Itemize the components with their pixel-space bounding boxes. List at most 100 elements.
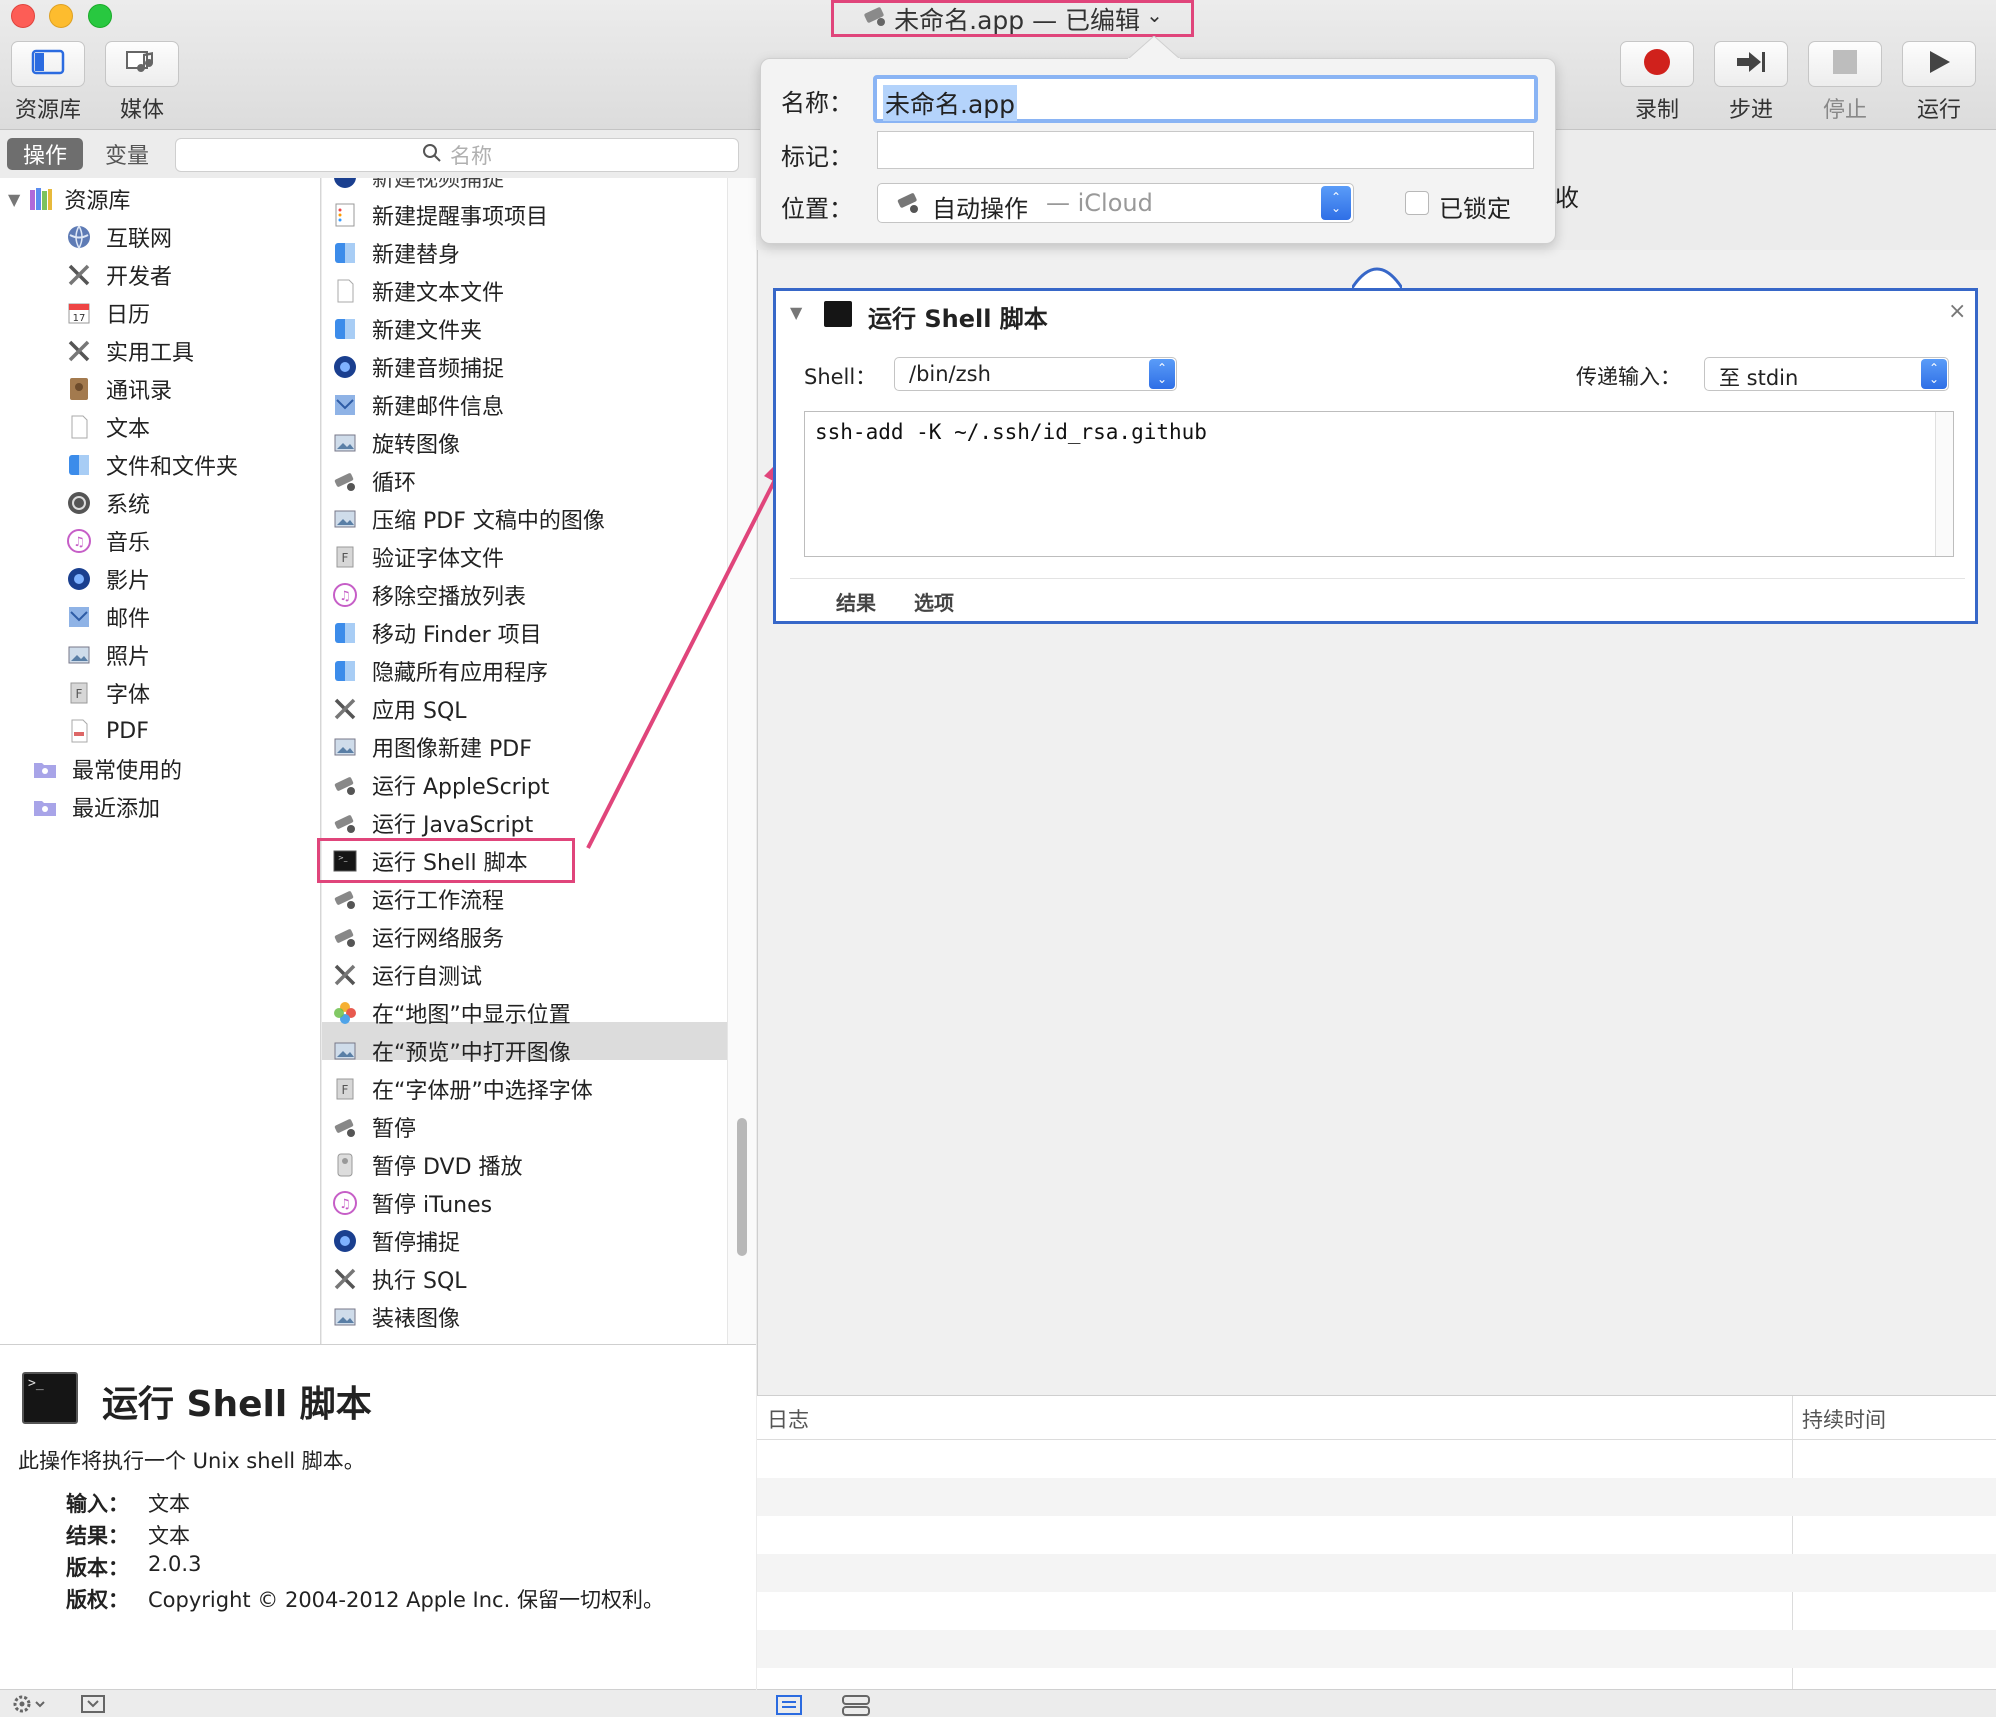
- close-window-button[interactable]: [11, 4, 35, 28]
- library-item[interactable]: 照片: [66, 636, 150, 674]
- shell-action-card[interactable]: ▼ 运行 Shell 脚本 × Shell： /bin/zsh ⌃ ⌄ 传递输入：…: [773, 288, 1978, 624]
- library-item[interactable]: 实用工具: [66, 332, 194, 370]
- library-item[interactable]: 开发者: [66, 256, 172, 294]
- location-suffix: — iCloud: [1046, 189, 1153, 217]
- list-item[interactable]: 暂停捕捉: [332, 1222, 460, 1260]
- tab-results[interactable]: 结果: [836, 587, 876, 616]
- list-item[interactable]: ♫ 暂停 iTunes: [332, 1184, 492, 1222]
- media-button[interactable]: [105, 41, 179, 87]
- close-icon[interactable]: ×: [1948, 299, 1966, 324]
- library-item[interactable]: 文本: [66, 408, 150, 446]
- list-item[interactable]: 运行 JavaScript: [332, 804, 533, 842]
- description-toggle-icon[interactable]: [80, 1694, 106, 1717]
- gear-icon[interactable]: [12, 1694, 46, 1717]
- list-item[interactable]: 新建替身: [332, 234, 460, 272]
- library-root[interactable]: ▼ 资源库: [8, 180, 130, 218]
- list-item[interactable]: 新建邮件信息: [332, 386, 504, 424]
- log-table[interactable]: 日志 持续时间: [757, 1395, 1996, 1690]
- duration-column-header[interactable]: 持续时间: [1802, 1404, 1886, 1434]
- media-icon: [125, 48, 159, 80]
- photos-icon: [332, 1000, 358, 1026]
- library-item[interactable]: 互联网: [66, 218, 172, 256]
- library-item[interactable]: 影片: [66, 560, 150, 598]
- library-item[interactable]: 17 日历: [66, 294, 150, 332]
- automator-icon: [332, 772, 358, 798]
- list-item[interactable]: 新建视频捕捉: [332, 178, 504, 196]
- pass-input-select[interactable]: 至 stdin ⌃ ⌄: [1704, 357, 1949, 391]
- library-smart-item[interactable]: 最常使用的: [32, 750, 182, 788]
- svg-text:♫: ♫: [339, 589, 351, 604]
- divider: [790, 578, 1965, 579]
- library-smart-item[interactable]: 最近添加: [32, 788, 160, 826]
- version-value: 2.0.3: [148, 1552, 202, 1576]
- list-item[interactable]: 运行自测试: [332, 956, 482, 994]
- library-item[interactable]: ♫ 音乐: [66, 522, 150, 560]
- location-label: 位置：: [781, 195, 853, 223]
- tags-field[interactable]: [877, 131, 1534, 169]
- svg-text:F: F: [342, 1083, 349, 1097]
- zoom-window-button[interactable]: [88, 4, 112, 28]
- list-item[interactable]: 移动 Finder 项目: [332, 614, 542, 652]
- tab-actions[interactable]: 操作: [7, 138, 83, 170]
- list-item[interactable]: F 验证字体文件: [332, 538, 504, 576]
- list-item[interactable]: 新建提醒事项项目: [332, 196, 548, 234]
- library-item[interactable]: 系统: [66, 484, 150, 522]
- list-item[interactable]: 新建文本文件: [332, 272, 504, 310]
- description-title: 运行 Shell 脚本: [102, 1384, 372, 1425]
- input-label: 输入：: [66, 1492, 129, 1516]
- step-button[interactable]: [1714, 41, 1788, 87]
- list-item[interactable]: 隐藏所有应用程序: [332, 652, 548, 690]
- run-button[interactable]: [1902, 41, 1976, 87]
- list-item[interactable]: 运行网络服务: [332, 918, 504, 956]
- list-item[interactable]: 运行 AppleScript: [332, 766, 549, 804]
- library-item[interactable]: 通讯录: [66, 370, 172, 408]
- disclosure-triangle-icon[interactable]: ▼: [8, 190, 20, 209]
- list-item[interactable]: 执行 SQL: [332, 1260, 467, 1298]
- list-item[interactable]: 用图像新建 PDF: [332, 728, 532, 766]
- list-item[interactable]: 应用 SQL: [332, 690, 467, 728]
- script-scrollbar[interactable]: [1935, 412, 1953, 556]
- tab-options[interactable]: 选项: [914, 587, 954, 616]
- minimize-window-button[interactable]: [49, 4, 73, 28]
- list-item[interactable]: 循环: [332, 462, 416, 500]
- record-button[interactable]: [1620, 41, 1694, 87]
- list-item[interactable]: 在“地图”中显示位置: [332, 994, 571, 1032]
- play-icon: [1925, 48, 1953, 80]
- list-item[interactable]: 装裱图像: [332, 1298, 460, 1336]
- list-item[interactable]: F 在“字体册”中选择字体: [332, 1070, 593, 1108]
- locked-checkbox[interactable]: [1405, 191, 1429, 215]
- library-item[interactable]: PDF: [66, 712, 149, 750]
- quicktime-icon: [66, 566, 92, 592]
- system-icon: [66, 490, 92, 516]
- finder-icon: [332, 658, 358, 684]
- location-value: 自动操作: [932, 195, 1028, 223]
- location-select[interactable]: 自动操作 — iCloud ⌃ ⌄: [877, 183, 1354, 223]
- tab-variables[interactable]: 变量: [90, 138, 164, 170]
- library-item[interactable]: F 字体: [66, 674, 150, 712]
- script-editor[interactable]: ssh-add -K ~/.ssh/id_rsa.github: [804, 411, 1954, 557]
- stop-button[interactable]: [1808, 41, 1882, 87]
- actions-scrollbar-thumb[interactable]: [737, 1118, 747, 1256]
- list-item[interactable]: ♫ 移除空播放列表: [332, 576, 526, 614]
- list-item[interactable]: 新建文件夹: [332, 310, 482, 348]
- svg-text:♫: ♫: [339, 1197, 351, 1212]
- library-item[interactable]: 文件和文件夹: [66, 446, 238, 484]
- variables-view-icon[interactable]: [841, 1694, 871, 1717]
- log-column-header[interactable]: 日志: [767, 1404, 809, 1434]
- name-field[interactable]: 未命名.app: [873, 75, 1538, 123]
- list-item[interactable]: 旋转图像: [332, 424, 460, 462]
- list-item[interactable]: 暂停: [332, 1108, 416, 1146]
- list-item[interactable]: 运行工作流程: [332, 880, 504, 918]
- library-toggle-button[interactable]: [11, 41, 85, 87]
- library-item[interactable]: 邮件: [66, 598, 150, 636]
- search-input[interactable]: 名称: [175, 138, 739, 172]
- list-view-icon[interactable]: [775, 1694, 803, 1717]
- shell-select[interactable]: /bin/zsh ⌃ ⌄: [894, 357, 1177, 391]
- tools-icon: [332, 962, 358, 988]
- window-title[interactable]: 未命名.app — 已编辑 ⌄: [831, 0, 1194, 37]
- media-label: 媒体: [119, 98, 164, 123]
- list-item[interactable]: 新建音频捕捉: [332, 348, 504, 386]
- list-item[interactable]: 暂停 DVD 播放: [332, 1146, 523, 1184]
- list-item[interactable]: 在“预览”中打开图像: [332, 1032, 571, 1070]
- collapse-triangle-icon[interactable]: ▼: [790, 303, 802, 322]
